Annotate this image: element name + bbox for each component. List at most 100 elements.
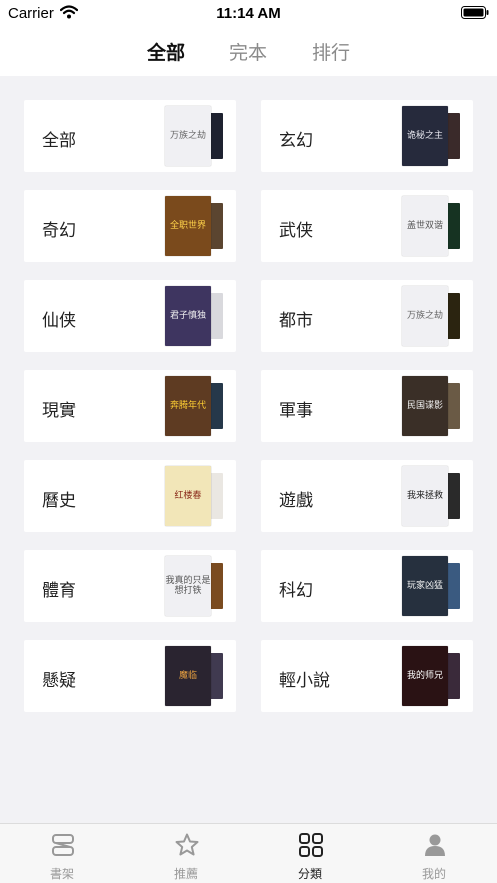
book-cover-back	[446, 203, 460, 249]
book-cover-stack: 魔临	[165, 646, 223, 706]
category-label: 輕小說	[279, 671, 330, 690]
book-cover-back	[209, 473, 223, 519]
category-card[interactable]: 曆史 红楼春	[24, 460, 236, 532]
category-card[interactable]: 軍事 民国谍影	[261, 370, 473, 442]
category-card[interactable]: 輕小說 我的师兄	[261, 640, 473, 712]
tabbar-item-bookshelf[interactable]: 書架	[0, 824, 124, 883]
book-cover: 魔临	[165, 646, 211, 706]
book-cover: 诡秘之主	[402, 106, 448, 166]
book-cover-title: 君子慎独	[169, 311, 206, 321]
book-cover-title: 我来拯救	[406, 491, 443, 501]
tabbar-item-recommend[interactable]: 推薦	[124, 824, 248, 883]
category-label: 遊戲	[279, 491, 313, 510]
book-cover-back	[446, 653, 460, 699]
book-cover-stack: 玩家凶猛	[402, 556, 460, 616]
category-card[interactable]: 仙侠 君子慎独	[24, 280, 236, 352]
book-cover: 奔腾年代	[165, 376, 211, 436]
category-label: 曆史	[42, 491, 76, 510]
book-cover: 我的师兄	[402, 646, 448, 706]
book-cover-title: 我的师兄	[406, 671, 443, 681]
book-cover-title: 我真的只是想打铁	[165, 576, 211, 596]
book-cover-back	[209, 383, 223, 429]
book-cover-back	[446, 293, 460, 339]
book-cover-back	[446, 473, 460, 519]
category-label: 奇幻	[42, 221, 76, 240]
book-cover-title: 红楼春	[174, 491, 202, 501]
top-nav: 全部 完本 排行	[0, 26, 497, 76]
book-cover-stack: 盖世双谐	[402, 196, 460, 256]
book-cover-back	[209, 113, 223, 159]
tabbar-label: 我的	[421, 867, 446, 881]
book-cover-back	[446, 113, 460, 159]
category-label: 全部	[42, 131, 76, 150]
category-card[interactable]: 都市 万族之劫	[261, 280, 473, 352]
book-cover-back	[209, 293, 223, 339]
category-card[interactable]: 體育 我真的只是想打铁	[24, 550, 236, 622]
book-cover-title: 民国谍影	[406, 401, 443, 411]
book-cover-back	[446, 383, 460, 429]
book-cover: 民国谍影	[402, 376, 448, 436]
category-card[interactable]: 武侠 盖世双谐	[261, 190, 473, 262]
category-card[interactable]: 玄幻 诡秘之主	[261, 100, 473, 172]
book-cover-stack: 诡秘之主	[402, 106, 460, 166]
tabbar-label: 推薦	[173, 867, 198, 881]
book-cover-title: 全职世界	[169, 221, 206, 231]
book-cover-title: 奔腾年代	[169, 401, 206, 411]
category-grid: 全部 万族之劫 玄幻 诡秘之主 奇幻 全职世界 武侠 盖世双谐 仙侠 君子慎独 都市 万族之劫 現實 奔腾…	[0, 76, 497, 823]
battery-icon	[461, 6, 489, 24]
category-label: 現實	[42, 401, 76, 420]
book-cover: 我来拯救	[402, 466, 448, 526]
book-cover-stack: 民国谍影	[402, 376, 460, 436]
clock: 11:14 AM	[216, 5, 281, 22]
book-cover-title: 诡秘之主	[406, 131, 443, 141]
category-card[interactable]: 奇幻 全职世界	[24, 190, 236, 262]
category-label: 都市	[279, 311, 313, 330]
tabbar-label: 分類	[297, 867, 322, 881]
category-card[interactable]: 遊戲 我来拯救	[261, 460, 473, 532]
book-cover-stack: 万族之劫	[165, 106, 223, 166]
category-label: 武侠	[279, 221, 313, 240]
category-card[interactable]: 現實 奔腾年代	[24, 370, 236, 442]
book-cover-back	[209, 653, 223, 699]
book-cover-stack: 君子慎独	[165, 286, 223, 346]
category-label: 懸疑	[42, 671, 76, 690]
book-cover-stack: 全职世界	[165, 196, 223, 256]
book-cover-title: 魔临	[178, 671, 197, 681]
book-cover-stack: 奔腾年代	[165, 376, 223, 436]
book-cover-title: 盖世双谐	[406, 221, 443, 231]
book-cover-back	[209, 563, 223, 609]
tab-all[interactable]: 全部	[147, 38, 185, 65]
tab-completed[interactable]: 完本	[229, 38, 267, 65]
book-cover: 万族之劫	[165, 106, 211, 166]
category-label: 科幻	[279, 581, 313, 600]
category-card[interactable]: 科幻 玩家凶猛	[261, 550, 473, 622]
category-card[interactable]: 全部 万族之劫	[24, 100, 236, 172]
category-label: 玄幻	[279, 131, 313, 150]
bottom-tab-bar: 書架 推薦 分類 我的	[0, 823, 497, 883]
book-cover-stack: 我的师兄	[402, 646, 460, 706]
profile-icon	[422, 832, 448, 858]
book-cover-stack: 我真的只是想打铁	[165, 556, 223, 616]
tabbar-item-category[interactable]: 分類	[248, 824, 372, 883]
tabbar-item-profile[interactable]: 我的	[372, 824, 496, 883]
star-icon	[174, 832, 200, 858]
book-cover-title: 万族之劫	[406, 311, 443, 321]
book-cover: 玩家凶猛	[402, 556, 448, 616]
category-card[interactable]: 懸疑 魔临	[24, 640, 236, 712]
tabbar-label: 書架	[49, 867, 74, 881]
book-cover-back	[446, 563, 460, 609]
book-cover: 盖世双谐	[402, 196, 448, 256]
book-cover: 全职世界	[165, 196, 211, 256]
status-bar: Carrier 11:14 AM	[0, 0, 497, 26]
book-cover-title: 万族之劫	[169, 131, 206, 141]
book-cover: 万族之劫	[402, 286, 448, 346]
book-cover-back	[209, 203, 223, 249]
book-cover-stack: 万族之劫	[402, 286, 460, 346]
book-cover: 红楼春	[165, 466, 211, 526]
category-label: 軍事	[279, 401, 313, 420]
book-cover-stack: 红楼春	[165, 466, 223, 526]
tab-ranking[interactable]: 排行	[312, 38, 350, 65]
category-label: 體育	[42, 581, 76, 600]
book-cover: 我真的只是想打铁	[165, 556, 211, 616]
book-cover: 君子慎独	[165, 286, 211, 346]
